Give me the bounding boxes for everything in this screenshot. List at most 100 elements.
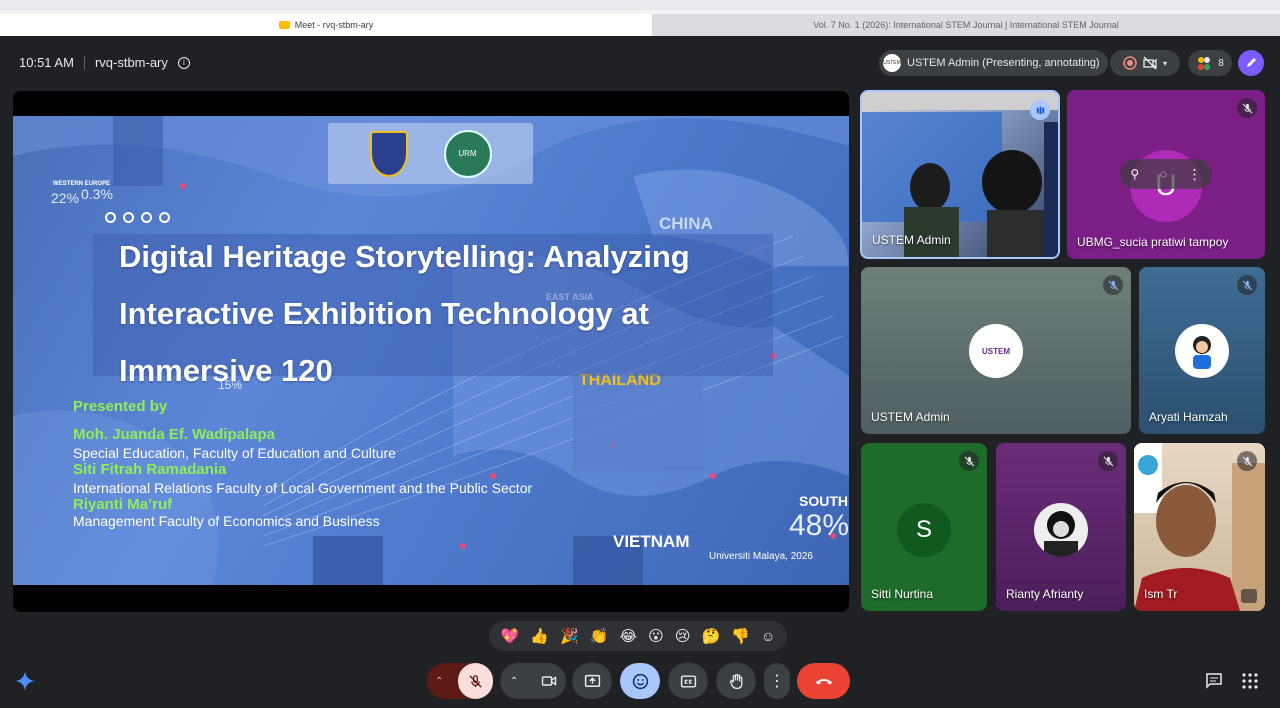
profile-photo-icon <box>1044 511 1078 557</box>
pen-icon <box>1247 58 1256 67</box>
author-name: Moh. Juanda Ef. Wadipalapa <box>73 426 275 443</box>
browser-chrome: Meet - rvq-stbm-ary Vol. 7 No. 1 (2026):… <box>0 0 1280 36</box>
divider <box>83 55 85 70</box>
slide-footer: Universiti Malaya, 2026 <box>709 551 813 562</box>
mic-off-icon <box>1098 451 1118 471</box>
participant-tile[interactable]: Rianty Afrianty <box>996 443 1126 611</box>
map-label-south: SOUTH <box>799 493 848 509</box>
browser-tab-journal[interactable]: Vol. 7 No. 1 (2026): International STEM … <box>652 14 1280 36</box>
mic-control-group: ⌃ <box>427 663 493 699</box>
participant-tile[interactable]: Ism Tr <box>1134 443 1265 611</box>
meet-favicon-icon <box>278 21 290 29</box>
author-affiliation: Special Education, Faculty of Education … <box>73 445 396 461</box>
tab-title: Vol. 7 No. 1 (2026): International STEM … <box>813 20 1119 30</box>
mic-off-icon <box>1237 451 1257 471</box>
reaction-surprised[interactable]: 😮 <box>648 627 664 645</box>
reaction-thumbs-down[interactable]: 👎 <box>731 627 750 645</box>
mic-off-icon <box>1103 275 1123 295</box>
ustem-logo-icon: USTEM <box>969 324 1023 378</box>
tab-title: Meet - rvq-stbm-ary <box>294 20 374 30</box>
more-options-icon[interactable]: ⋮ <box>1188 166 1202 183</box>
info-icon[interactable]: i <box>177 56 190 69</box>
participant-name: Ism Tr <box>1144 587 1178 601</box>
apps-grid-icon[interactable] <box>1241 672 1259 690</box>
urm-logo-icon: URM <box>443 129 492 178</box>
avatar <box>1034 503 1088 557</box>
end-call-icon <box>815 679 832 685</box>
reaction-heart[interactable]: 💖 <box>501 627 520 645</box>
participant-tile[interactable]: Aryati Hamzah <box>1139 267 1265 434</box>
clock: 10:51 AM <box>19 55 74 70</box>
author-name: Riyanti Ma’ruf <box>73 496 173 513</box>
chat-icon[interactable] <box>1205 672 1223 690</box>
camera-off-icon <box>1143 56 1157 70</box>
present-screen-icon <box>584 674 600 687</box>
participant-name: Rianty Afrianty <box>1006 587 1084 601</box>
mic-off-icon <box>1237 98 1257 118</box>
presenter-avatar: USTEM <box>883 54 901 72</box>
slide-dots <box>105 212 170 223</box>
participant-tile[interactable]: USTEM USTEM Admin <box>861 267 1131 434</box>
frame-icon[interactable]: ◌ <box>1160 167 1167 181</box>
speaking-indicator-icon <box>1030 100 1050 120</box>
reaction-thinking[interactable]: 🤔 <box>702 627 721 645</box>
university-crest-icon <box>369 130 408 177</box>
participants-button[interactable]: 8 <box>1188 50 1232 76</box>
mic-off-icon <box>469 674 482 688</box>
map-label-pct2: 0.3% <box>81 186 113 202</box>
annotate-button[interactable] <box>1238 50 1264 76</box>
gemini-icon[interactable] <box>14 670 36 692</box>
participant-name: Sitti Nurtina <box>871 587 934 601</box>
map-label-south-pct: 48% <box>789 509 849 542</box>
slide-title: Digital Heritage Storytelling: Analyzing… <box>119 239 690 388</box>
reaction-clap[interactable]: 👏 <box>590 627 609 645</box>
present-screen-button[interactable] <box>572 663 612 699</box>
pin-icon[interactable]: ⚲ <box>1130 167 1139 181</box>
avatar: S <box>897 503 951 557</box>
reaction-party[interactable]: 🎉 <box>560 627 579 645</box>
browser-toolbar <box>0 0 1280 10</box>
presenter-label: USTEM Admin (Presenting, annotating) <box>907 57 1100 69</box>
leave-call-button[interactable] <box>797 663 850 699</box>
raise-hand-button[interactable] <box>716 663 756 699</box>
mic-toggle-button[interactable] <box>458 663 493 699</box>
pip-icon[interactable] <box>1241 589 1257 603</box>
browser-tab-meet[interactable]: Meet - rvq-stbm-ary <box>0 14 652 36</box>
author-affiliation: International Relations Faculty of Local… <box>73 480 533 496</box>
captions-icon <box>680 674 696 688</box>
participant-count: 8 <box>1218 57 1224 69</box>
mic-options-chevron-icon[interactable]: ⌃ <box>435 676 443 687</box>
recording-controls[interactable]: ▾ <box>1110 50 1180 76</box>
university-logos: URM <box>328 123 533 184</box>
more-vert-icon: ⋮ <box>769 673 785 690</box>
reaction-sad[interactable]: 😢 <box>675 627 691 645</box>
emoji-icon <box>632 673 648 689</box>
author-name: Siti Fitrah Ramadania <box>73 461 227 478</box>
camera-toggle-button[interactable] <box>531 663 566 699</box>
add-reaction-icon[interactable]: ☺ <box>761 628 775 644</box>
presenter-chip[interactable]: USTEM USTEM Admin (Presenting, annotatin… <box>879 50 1108 76</box>
camera-icon <box>541 676 556 686</box>
participant-tile[interactable]: USTEM Admin <box>860 90 1060 259</box>
tile-hover-controls: ⚲ ◌ ⋮ <box>1120 159 1212 189</box>
reaction-thumbs-up[interactable]: 👍 <box>530 627 549 645</box>
chevron-down-icon: ▾ <box>1162 58 1167 68</box>
emoji-reactions-button[interactable] <box>620 663 660 699</box>
author-affiliation: Management Faculty of Economics and Busi… <box>73 513 380 529</box>
presented-by: Presented by <box>73 398 168 415</box>
captions-button[interactable] <box>668 663 708 699</box>
meet-window: 10:51 AM rvq-stbm-ary i USTEM USTEM Admi… <box>0 36 1280 708</box>
camera-control-group: ⌃ <box>500 663 566 699</box>
map-label-pct1: 22% <box>51 190 80 206</box>
mic-off-icon <box>959 451 979 471</box>
participant-tile[interactable]: S Sitti Nurtina <box>861 443 987 611</box>
presentation-stage: WESTERN EUROPE 22% 0.3% CHINA EAST ASIA … <box>13 91 849 612</box>
participant-name: Aryati Hamzah <box>1149 410 1228 424</box>
participant-name: UBMG_sucia pratiwi tampoy <box>1077 235 1229 249</box>
reaction-laugh[interactable]: 😂 <box>620 627 638 645</box>
camera-options-chevron-icon[interactable]: ⌃ <box>510 676 518 687</box>
participant-tile[interactable]: U ⚲ ◌ ⋮ UBMG_sucia pratiwi tampoy <box>1067 90 1265 259</box>
meeting-code: rvq-stbm-ary <box>94 55 168 70</box>
avatar <box>1175 324 1229 378</box>
more-options-button[interactable]: ⋮ <box>764 663 790 699</box>
